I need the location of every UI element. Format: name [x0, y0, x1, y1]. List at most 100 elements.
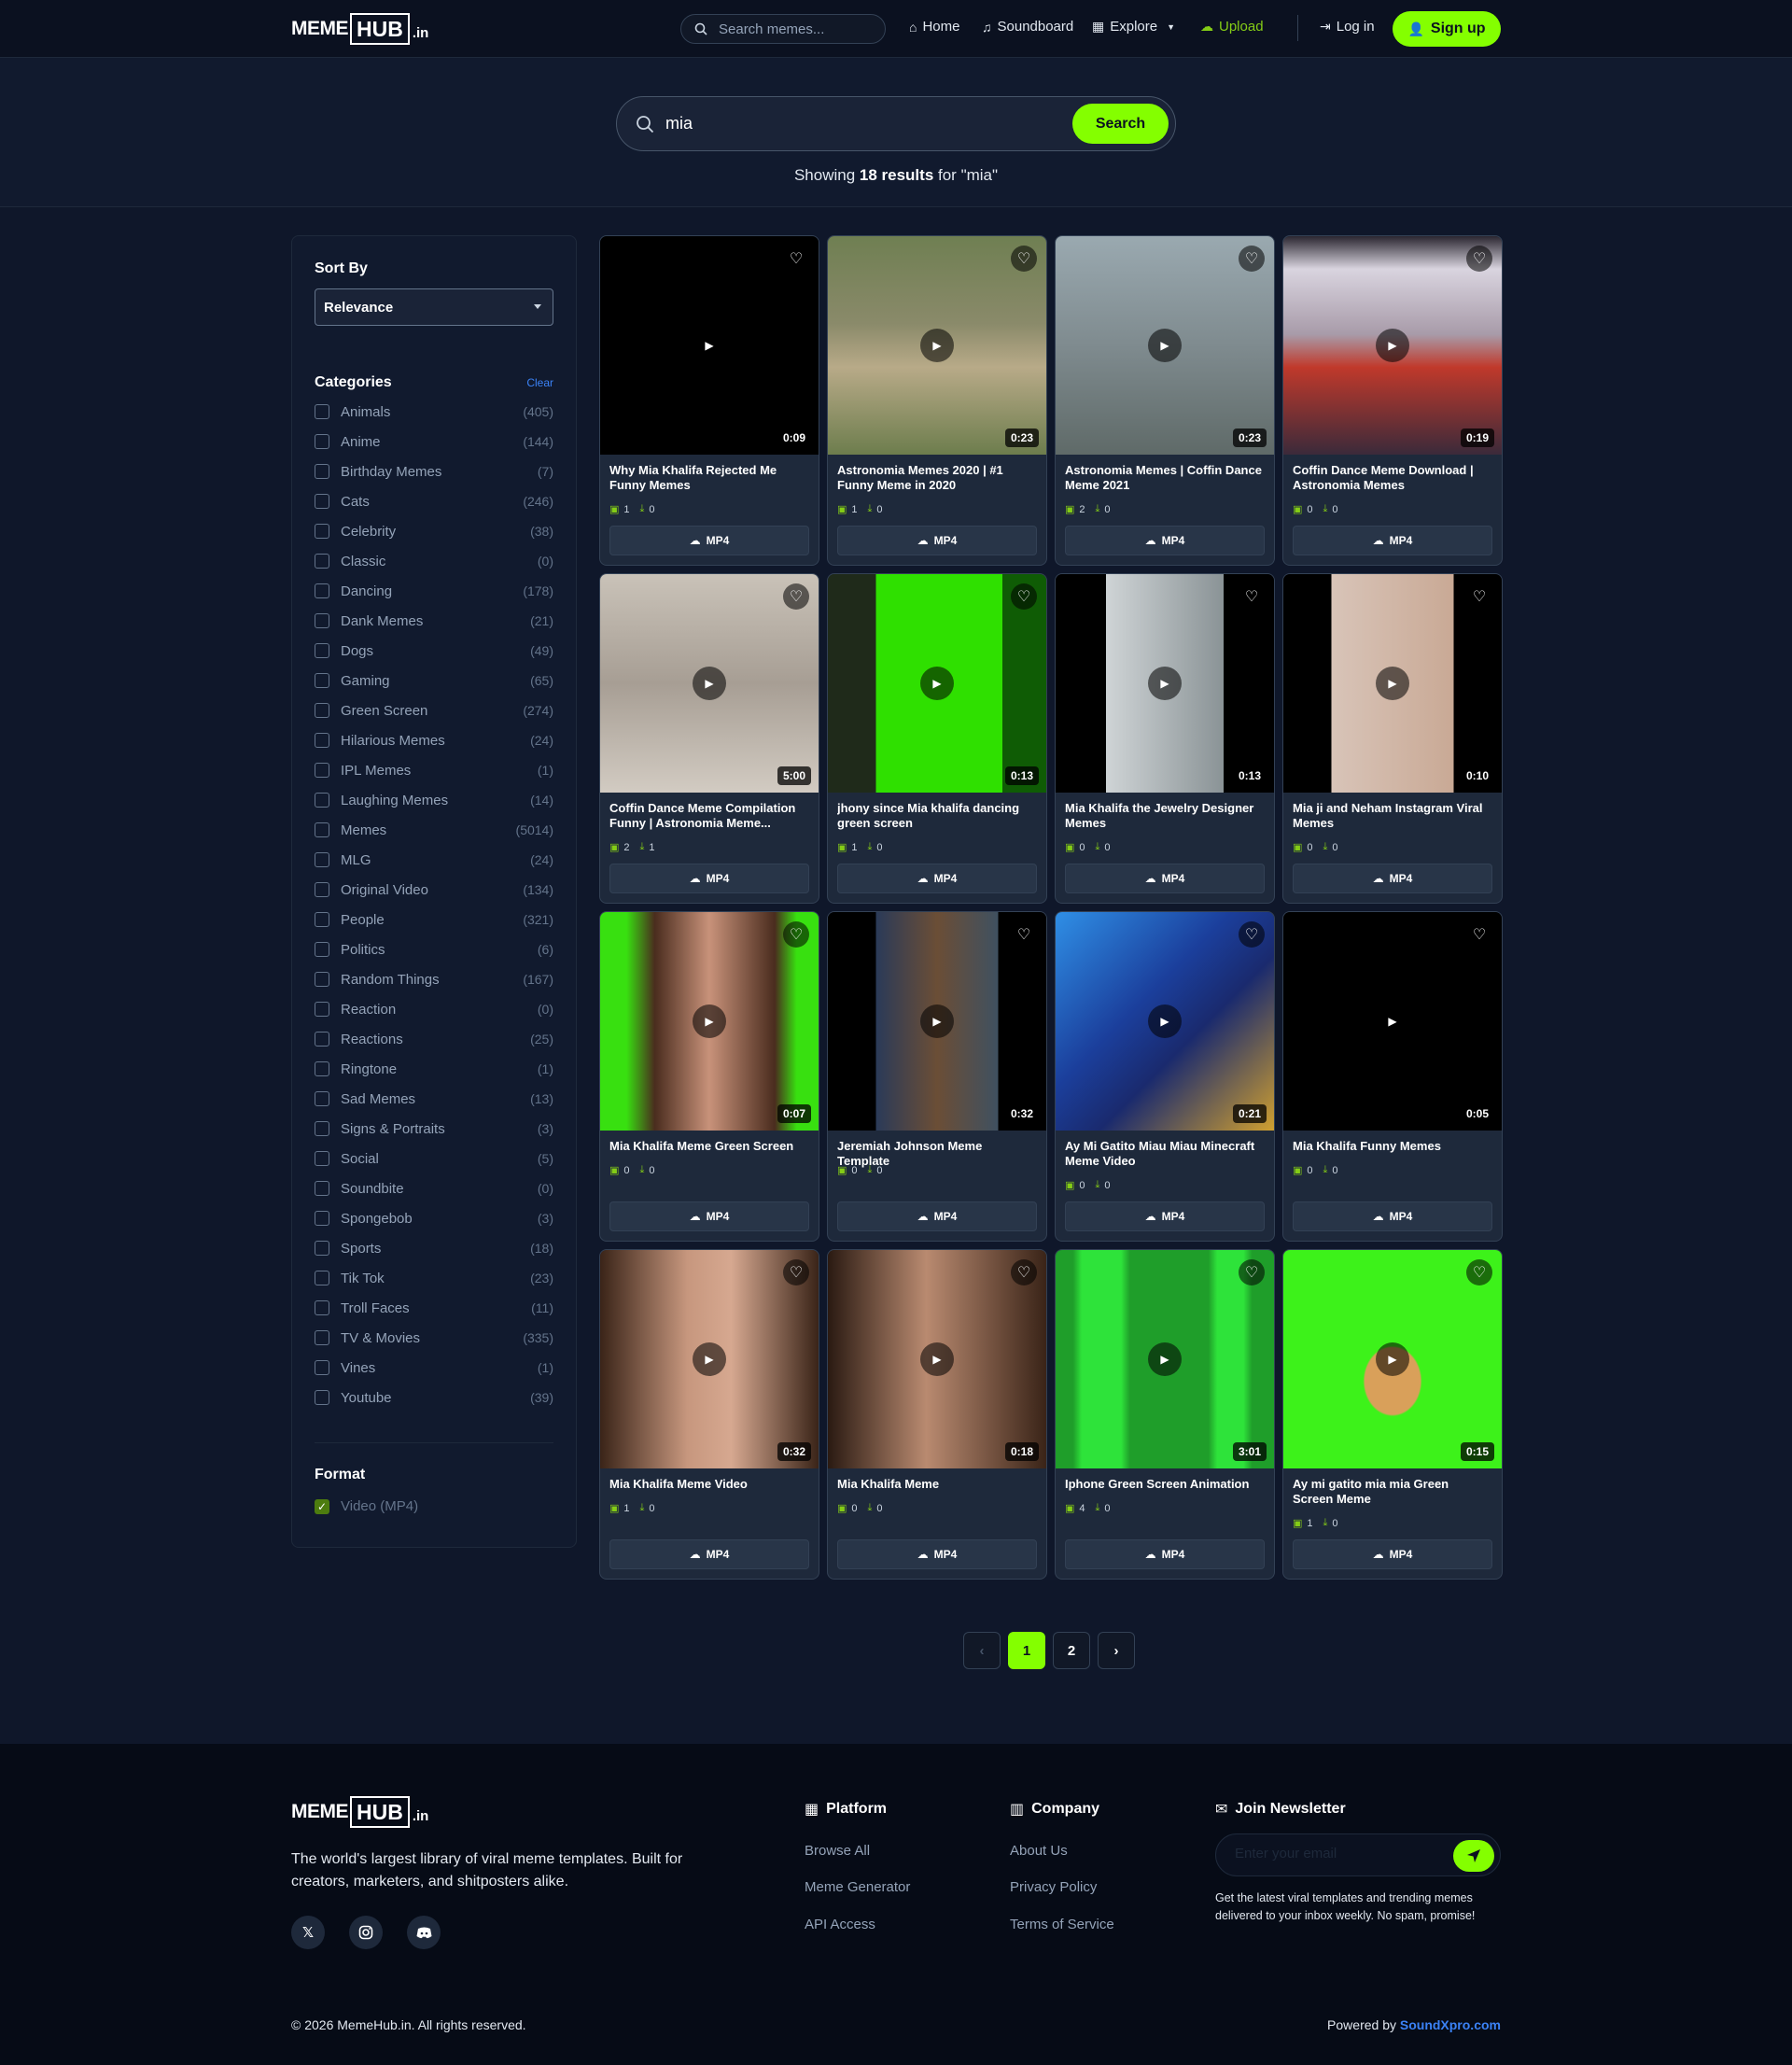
meme-title[interactable]: Mia ji and Neham Instagram Viral Memes — [1293, 801, 1492, 831]
checkbox[interactable] — [315, 763, 329, 778]
checkbox[interactable] — [315, 583, 329, 598]
category-item[interactable]: Sad Memes (13) — [315, 1084, 553, 1114]
footer-link-terms-of-service[interactable]: Terms of Service — [1010, 1917, 1114, 1932]
checkbox[interactable] — [315, 1300, 329, 1315]
download-mp4-button[interactable]: ☁ MP4 — [1065, 526, 1265, 555]
checkbox[interactable] — [315, 1002, 329, 1017]
checkbox[interactable] — [315, 972, 329, 987]
checkbox[interactable] — [315, 434, 329, 449]
category-item[interactable]: Original Video (134) — [315, 875, 553, 905]
category-item[interactable]: Tik Tok (23) — [315, 1263, 553, 1293]
meme-thumbnail[interactable]: ♡ ▶ 0:18 — [828, 1250, 1046, 1468]
meme-card[interactable]: ♡ ▶ 0:32 Jeremiah Johnson Meme Template ▣ 0 ⤓ 0… — [827, 911, 1047, 1242]
footer-logo[interactable]: MEME HUB .in — [291, 1796, 428, 1828]
heart-icon[interactable]: ♡ — [1011, 1259, 1037, 1285]
meme-thumbnail[interactable]: ♡ ▶ 5:00 — [600, 574, 819, 793]
checkbox[interactable] — [315, 554, 329, 569]
meme-thumbnail[interactable]: ♡ ▶ 0:32 — [600, 1250, 819, 1468]
checkbox[interactable] — [315, 643, 329, 658]
heart-icon[interactable]: ♡ — [1011, 583, 1037, 610]
meme-thumbnail[interactable]: ♡ ▶ 0:23 — [828, 236, 1046, 455]
meme-card[interactable]: ♡ ▶ 0:05 Mia Khalifa Funny Memes ▣ 0 ⤓ 0 ☁ MP4 — [1282, 911, 1503, 1242]
download-mp4-button[interactable]: ☁ MP4 — [1065, 1201, 1265, 1231]
meme-card[interactable]: ♡ ▶ 0:13 Mia Khalifa the Jewelry Designer M… — [1055, 573, 1275, 904]
meme-thumbnail[interactable]: ♡ ▶ 0:23 — [1056, 236, 1274, 455]
heart-icon[interactable]: ♡ — [783, 921, 809, 948]
checkbox[interactable] — [315, 524, 329, 539]
checkbox[interactable] — [315, 613, 329, 628]
play-icon[interactable]: ▶ — [1376, 1004, 1409, 1038]
pagination-next[interactable]: › — [1098, 1632, 1135, 1669]
sort-select[interactable]: Relevance — [315, 288, 553, 326]
meme-card[interactable]: ♡ ▶ 0:23 Astronomia Memes | Coffin Dance Me… — [1055, 235, 1275, 566]
play-icon[interactable]: ▶ — [920, 329, 954, 362]
powered-link[interactable]: SoundXpro.com — [1400, 2017, 1501, 2032]
meme-card[interactable]: ♡ ▶ 3:01 Iphone Green Screen Animation ▣ 4 ⤓ 0 ☁… — [1055, 1249, 1275, 1580]
main-search-box[interactable]: mia Search — [616, 96, 1176, 151]
category-item[interactable]: Birthday Memes (7) — [315, 457, 553, 486]
instagram-icon[interactable] — [349, 1916, 383, 1949]
category-item[interactable]: MLG (24) — [315, 845, 553, 875]
meme-title[interactable]: Astronomia Memes | Coffin Dance Meme 202… — [1065, 463, 1265, 493]
play-icon[interactable]: ▶ — [1376, 329, 1409, 362]
play-icon[interactable]: ▶ — [1376, 667, 1409, 700]
category-item[interactable]: Soundbite (0) — [315, 1173, 553, 1203]
checkbox[interactable] — [315, 1061, 329, 1076]
meme-title[interactable]: Coffin Dance Meme Download | Astronomia … — [1293, 463, 1492, 493]
category-item[interactable]: Spongebob (3) — [315, 1203, 553, 1233]
heart-icon[interactable]: ♡ — [1466, 1259, 1492, 1285]
download-mp4-button[interactable]: ☁ MP4 — [837, 864, 1037, 893]
download-mp4-button[interactable]: ☁ MP4 — [609, 1201, 809, 1231]
meme-title[interactable]: Mia Khalifa the Jewelry Designer Memes — [1065, 801, 1265, 831]
meme-title[interactable]: Ay mi gatito mia mia Green Screen Meme — [1293, 1477, 1492, 1507]
meme-card[interactable]: ♡ ▶ 0:15 Ay mi gatito mia mia Green Screen … — [1282, 1249, 1503, 1580]
category-item[interactable]: Anime (144) — [315, 427, 553, 457]
checkbox[interactable] — [315, 942, 329, 957]
meme-card[interactable]: ♡ ▶ 0:19 Coffin Dance Meme Download | Astro… — [1282, 235, 1503, 566]
category-item[interactable]: Memes (5014) — [315, 815, 553, 845]
checkbox[interactable] — [315, 733, 329, 748]
checkbox[interactable] — [315, 1121, 329, 1136]
play-icon[interactable]: ▶ — [693, 1342, 726, 1376]
checkbox[interactable] — [315, 703, 329, 718]
meme-card[interactable]: ♡ ▶ 0:09 Why Mia Khalifa Rejected Me Funny … — [599, 235, 819, 566]
download-mp4-button[interactable]: ☁ MP4 — [1293, 526, 1492, 555]
download-mp4-button[interactable]: ☁ MP4 — [1293, 1539, 1492, 1569]
category-item[interactable]: Laughing Memes (14) — [315, 785, 553, 815]
meme-card[interactable]: ♡ ▶ 0:23 Astronomia Memes 2020 | #1 Funny M… — [827, 235, 1047, 566]
meme-title[interactable]: Mia Khalifa Meme Green Screen — [609, 1139, 809, 1154]
category-item[interactable]: Ringtone (1) — [315, 1054, 553, 1084]
heart-icon[interactable]: ♡ — [1011, 246, 1037, 272]
clear-categories-link[interactable]: Clear — [526, 376, 553, 389]
nav-explore-dropdown[interactable]: ▦ Explore ▼ — [1092, 19, 1175, 35]
play-icon[interactable]: ▶ — [1148, 667, 1182, 700]
download-mp4-button[interactable]: ☁ MP4 — [837, 1201, 1037, 1231]
meme-card[interactable]: ♡ ▶ 5:00 Coffin Dance Meme Compilation Funn… — [599, 573, 819, 904]
meme-title[interactable]: Iphone Green Screen Animation — [1065, 1477, 1265, 1492]
play-icon[interactable]: ▶ — [1148, 329, 1182, 362]
category-item[interactable]: Dancing (178) — [315, 576, 553, 606]
meme-thumbnail[interactable]: ♡ ▶ 0:05 — [1283, 912, 1502, 1131]
checkbox[interactable] — [315, 404, 329, 419]
signup-button[interactable]: 👤 Sign up — [1393, 11, 1501, 47]
footer-link-api-access[interactable]: API Access — [805, 1917, 875, 1932]
checkbox[interactable] — [315, 793, 329, 808]
download-mp4-button[interactable]: ☁ MP4 — [1293, 1201, 1492, 1231]
meme-thumbnail[interactable]: ♡ ▶ 0:07 — [600, 912, 819, 1131]
heart-icon[interactable]: ♡ — [1239, 583, 1265, 610]
category-item[interactable]: Social (5) — [315, 1144, 553, 1173]
play-icon[interactable]: ▶ — [920, 1004, 954, 1038]
category-item[interactable]: Vines (1) — [315, 1353, 553, 1383]
category-item[interactable]: Troll Faces (11) — [315, 1293, 553, 1323]
checkbox[interactable] — [315, 1390, 329, 1405]
footer-link-meme-generator[interactable]: Meme Generator — [805, 1879, 910, 1895]
nav-search-input[interactable] — [719, 21, 868, 37]
meme-card[interactable]: ♡ ▶ 0:07 Mia Khalifa Meme Green Screen ▣ 0 ⤓ 0 ☁… — [599, 911, 819, 1242]
main-search-query[interactable]: mia — [665, 114, 693, 133]
checkbox[interactable] — [315, 494, 329, 509]
nav-home-link[interactable]: ⌂ Home — [909, 19, 959, 35]
play-icon[interactable]: ▶ — [1148, 1342, 1182, 1376]
newsletter-email-input[interactable] — [1235, 1846, 1440, 1861]
checkbox[interactable] — [315, 1151, 329, 1166]
meme-thumbnail[interactable]: ♡ ▶ 0:21 — [1056, 912, 1274, 1131]
